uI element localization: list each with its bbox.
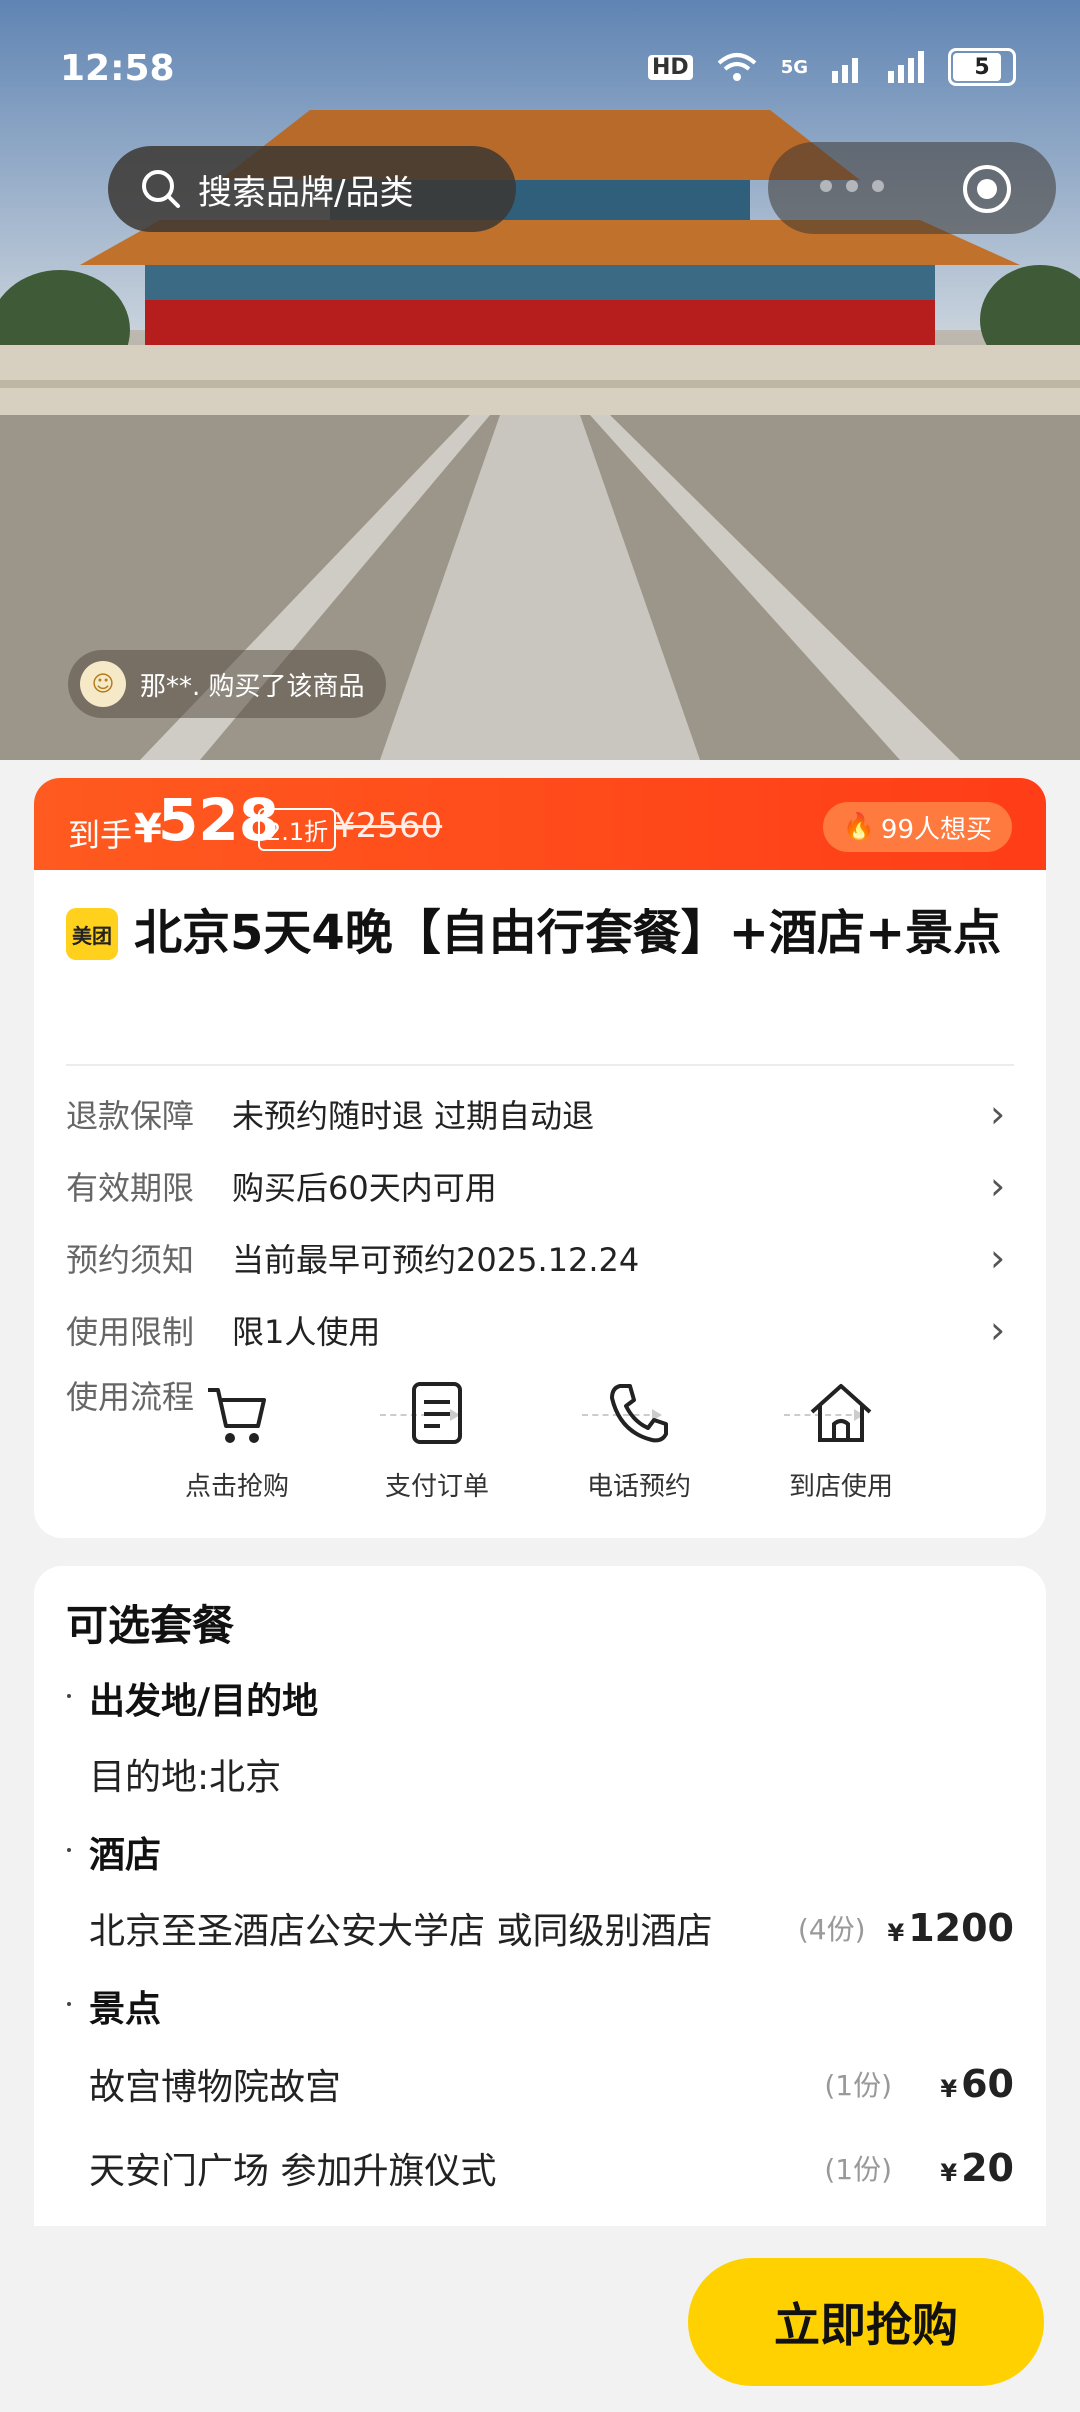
- detail-row-limit[interactable]: 使用限制 限1人使用 ›: [66, 1300, 1014, 1360]
- cart-icon: [208, 1388, 266, 1443]
- buyer-avatar: ☺: [80, 661, 126, 707]
- detail-value: 限1人使用: [232, 1313, 381, 1351]
- currency-sign: ¥: [887, 1919, 905, 1947]
- package-title: 可选套餐: [66, 1601, 235, 1650]
- chevron-right-icon: ›: [990, 1092, 1006, 1136]
- product-title: 北京5天4晚【自由行套餐】+酒店+景点: [134, 905, 1002, 961]
- flow-step-buy: 点击抢购: [172, 1378, 302, 1503]
- search-placeholder: 搜索品牌/品类: [198, 172, 414, 213]
- detail-row-booking[interactable]: 预约须知 当前最早可预约2025.12.24 ›: [66, 1228, 1014, 1288]
- package-item-amount: 20: [961, 2146, 1014, 2190]
- flow-step-label: 支付订单: [384, 1472, 489, 1502]
- package-item-price: ¥60: [914, 2062, 1014, 2106]
- package-item: 故宫博物院故宫 (1份) ¥60: [89, 2054, 1014, 2114]
- detail-value: 购买后60天内可用: [232, 1169, 497, 1207]
- original-price: ¥2560: [334, 806, 443, 846]
- scan-pill[interactable]: [768, 142, 1056, 234]
- chevron-right-icon: ›: [990, 1308, 1006, 1352]
- currency-sign: ¥: [940, 2159, 958, 2187]
- signal-icon: [832, 58, 858, 83]
- package-item-name: 目的地:北京: [89, 1757, 282, 1798]
- flow-step-label: 电话预约: [586, 1472, 691, 1502]
- wants-text: 99人想买: [880, 814, 992, 845]
- flow-step-visit: 到店使用: [776, 1378, 906, 1503]
- flow-step-label: 到店使用: [788, 1472, 893, 1502]
- package-item-qty: (1份): [824, 2069, 892, 2102]
- detail-row-validity[interactable]: 有效期限 购买后60天内可用 ›: [66, 1156, 1014, 1216]
- detail-value: 当前最早可预约2025.12.24: [232, 1241, 640, 1279]
- phone-icon: [610, 1384, 668, 1443]
- package-item: 北京至圣酒店公安大学店 或同级别酒店 (4份) ¥1200: [89, 1898, 1014, 1958]
- divider: [66, 1064, 1014, 1066]
- signal-5g-label: 5G: [780, 56, 808, 78]
- wants-badge: 🔥 99人想买: [822, 802, 1012, 852]
- detail-value: 未预约随时退 过期自动退: [232, 1097, 595, 1135]
- buy-now-button[interactable]: 立即抢购: [688, 2258, 1044, 2386]
- status-bar: 12:58 HD 5G 5: [0, 0, 1080, 140]
- fire-icon: 🔥: [842, 812, 875, 842]
- detail-row-refund[interactable]: 退款保障 未预约随时退 过期自动退 ›: [66, 1084, 1014, 1144]
- package-item-qty: (1份): [824, 2153, 892, 2186]
- package-item: 天安门广场 参加升旗仪式 (1份) ¥20: [89, 2138, 1014, 2198]
- section-hotel: 酒店: [66, 1826, 161, 1878]
- more-dots-icon[interactable]: [820, 180, 884, 192]
- package-item-price: ¥1200: [888, 1906, 1014, 1950]
- package-item-name: 天安门广场 参加升旗仪式: [89, 2151, 497, 2192]
- detail-key: 预约须知: [66, 1241, 195, 1279]
- home-icon: [810, 1384, 872, 1442]
- chevron-right-icon: ›: [990, 1236, 1006, 1280]
- status-time: 12:58: [60, 48, 175, 89]
- package-item-qty: (4份): [797, 1913, 866, 1946]
- detail-key: 有效期限: [66, 1169, 195, 1207]
- package-item-amount: 60: [961, 2062, 1014, 2106]
- package-card: 可选套餐 出发地/目的地 目的地:北京 酒店 北京至圣酒店公安大学店 或同级别酒…: [34, 1566, 1046, 2226]
- flow-step-pay: 支付订单: [372, 1378, 502, 1503]
- package-item-amount: 1200: [908, 1906, 1014, 1950]
- package-item-name: 北京至圣酒店公安大学店 或同级别酒店: [89, 1911, 713, 1952]
- wifi-icon: [717, 53, 757, 81]
- battery-icon: 5: [948, 48, 1016, 86]
- hero-image[interactable]: 12:58 HD 5G 5 搜索品牌/品类 ☺ 那**. 购买了该商品: [0, 0, 1080, 760]
- hd-icon: HD: [648, 54, 693, 80]
- signal-icon-2: [888, 51, 924, 83]
- currency-sign: ¥: [940, 2075, 958, 2103]
- flow-step-label: 点击抢购: [184, 1472, 289, 1502]
- product-info-card: 美团 北京5天4晚【自由行套餐】+酒店+景点 退款保障 未预约随时退 过期自动退…: [34, 870, 1046, 1538]
- package-item: 目的地:北京: [89, 1744, 1014, 1804]
- search-icon: [142, 170, 180, 208]
- buyer-ticker: ☺ 那**. 购买了该商品: [68, 650, 386, 718]
- section-origin-destination: 出发地/目的地: [66, 1672, 318, 1724]
- section-attractions: 景点: [66, 1980, 161, 2032]
- package-item-name: 故宫博物院故宫: [89, 2067, 342, 2108]
- detail-key: 使用限制: [66, 1313, 195, 1351]
- target-icon[interactable]: [962, 164, 1012, 214]
- price-bar: 到手 ¥ 528 2.1折 ¥2560 🔥 99人想买: [34, 778, 1046, 882]
- detail-key: 退款保障: [66, 1097, 195, 1135]
- package-item-price: ¥20: [914, 2146, 1014, 2190]
- price-label: 到手: [68, 816, 133, 854]
- chevron-right-icon: ›: [990, 1164, 1006, 1208]
- discount-badge: 2.1折: [258, 808, 337, 851]
- document-icon: [412, 1382, 462, 1444]
- flow-step-call: 电话预约: [574, 1378, 704, 1503]
- search-bar[interactable]: 搜索品牌/品类: [108, 146, 516, 232]
- buyer-ticker-text: 那**. 购买了该商品: [140, 671, 365, 702]
